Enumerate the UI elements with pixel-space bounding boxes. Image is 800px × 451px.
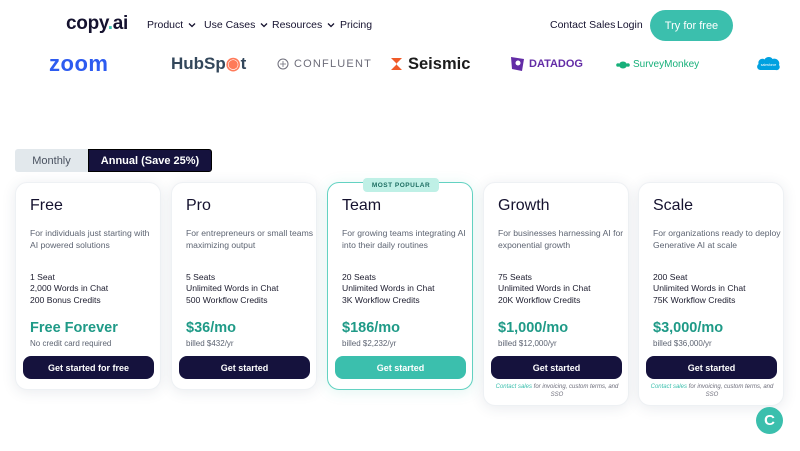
feature-item: 5 Seats [186, 272, 216, 282]
try-for-free-button[interactable]: Try for free [650, 10, 733, 41]
feature-item: 75K Workflow Credits [653, 294, 736, 305]
billing-period-toggle: Monthly Annual (Save 25%) [15, 149, 212, 172]
nav-product[interactable]: Product [147, 19, 197, 31]
plan-name: Scale [653, 197, 694, 214]
plan-price: $1,000/mo [498, 320, 569, 336]
feature-item: 75 Seats [498, 272, 532, 282]
plan-price: Free Forever [30, 320, 118, 336]
plan-description: For organizations ready to deploy Genera… [653, 228, 781, 250]
feature-item: 20K Workflow Credits [498, 294, 581, 305]
datadog-dog-icon [511, 57, 524, 71]
contact-sales-note: Contact sales for invoicing, custom term… [650, 384, 774, 398]
feature-item: 3K Workflow Credits [342, 294, 420, 305]
datadog-logo: DATADOG [510, 48, 583, 80]
feature-item: 20 Seats [342, 272, 376, 282]
plan-description: For growing teams integrating AI into th… [342, 228, 466, 250]
plan-name: Pro [186, 197, 211, 214]
plan-price: $36/mo [186, 320, 236, 336]
seismic-logo: Seismic [390, 48, 470, 80]
chevron-down-icon [327, 23, 335, 28]
nav-resources[interactable]: Resources [272, 19, 336, 31]
zoom-logo: zoom [49, 51, 109, 76]
top-nav: copy.ai Product Use Cases Resources Pric… [0, 0, 800, 50]
surveymonkey-mark-icon [616, 61, 630, 69]
plan-name: Free [30, 197, 63, 214]
login-link[interactable]: Login [617, 19, 643, 31]
svg-text:salesforce: salesforce [761, 63, 777, 67]
surveymonkey-logo: SurveyMonkey [616, 48, 699, 80]
plan-description: For businesses harnessing AI for exponen… [498, 228, 624, 250]
nav-product-label: Product [147, 19, 184, 31]
hubspot-logo: HubSp ◉ t [171, 54, 247, 73]
plan-price: $186/mo [342, 320, 401, 336]
plan-card-pro: Pro For entrepreneurs or small teams max… [171, 182, 317, 390]
plan-card-scale: Scale For organizations ready to deploy … [638, 182, 784, 406]
feature-item: Unlimited Words in Chat [342, 283, 435, 294]
feature-item: 200 Bonus Credits [30, 294, 101, 305]
get-started-free-button[interactable]: Get started for free [23, 356, 154, 379]
plan-description: For individuals just starting with AI po… [30, 228, 150, 250]
chat-widget-button[interactable]: C [756, 407, 783, 434]
plan-card-growth: Growth For businesses harnessing AI for … [483, 182, 629, 406]
plan-name: Growth [498, 197, 550, 214]
feature-item: Unlimited Words in Chat [186, 283, 279, 294]
plan-description: For entrepreneurs or small teams maximiz… [186, 228, 314, 250]
salesforce-logo: salesforce [757, 56, 780, 71]
plan-billing-note: billed $432/yr [186, 339, 234, 348]
plan-billing-note: billed $2,232/yr [342, 339, 397, 348]
feature-item: Unlimited Words in Chat [498, 283, 591, 294]
get-started-growth-button[interactable]: Get started [491, 356, 622, 379]
monthly-toggle-button[interactable]: Monthly [15, 149, 88, 172]
nav-use-cases-label: Use Cases [204, 19, 256, 31]
feature-item: 200 Seat [653, 272, 688, 282]
plan-price: $3,000/mo [653, 320, 724, 336]
contact-sales-link[interactable]: Contact sales [496, 384, 532, 390]
chevron-down-icon [188, 23, 196, 28]
plan-card-free: Free For individuals just starting with … [15, 182, 161, 390]
annual-toggle-button[interactable]: Annual (Save 25%) [88, 149, 212, 172]
seismic-mark-icon [391, 58, 402, 70]
chevron-down-icon [260, 23, 268, 28]
nav-resources-label: Resources [272, 19, 323, 31]
plan-billing-note: No credit card required [30, 339, 112, 348]
contact-sales-note: Contact sales for invoicing, custom term… [495, 384, 619, 398]
feature-item: 1 Seat [30, 272, 55, 282]
plan-features: 75 Seats Unlimited Words in Chat 20K Wor… [498, 272, 591, 306]
get-started-pro-button[interactable]: Get started [179, 356, 310, 379]
contact-sales-link[interactable]: Contact Sales [550, 19, 615, 31]
copyai-logo[interactable]: copy.ai [66, 13, 128, 35]
contact-sales-link[interactable]: Contact sales [651, 384, 687, 390]
plan-billing-note: billed $12,000/yr [498, 339, 557, 348]
plan-features: 200 Seat Unlimited Words in Chat 75K Wor… [653, 272, 746, 306]
get-started-scale-button[interactable]: Get started [646, 356, 777, 379]
nav-pricing-label: Pricing [340, 19, 373, 31]
plan-card-team: MOST POPULAR Team For growing teams inte… [327, 178, 473, 390]
nav-pricing[interactable]: Pricing [340, 19, 372, 31]
plan-name: Team [342, 197, 382, 214]
get-started-team-button[interactable]: Get started [335, 356, 466, 379]
plan-billing-note: billed $36,000/yr [653, 339, 712, 348]
confluent-logo: CONFLUENT [277, 48, 372, 80]
most-popular-badge: MOST POPULAR [363, 178, 439, 192]
plan-features: 5 Seats Unlimited Words in Chat 500 Work… [186, 272, 279, 306]
customer-logos: zoom HubSp ◉ t CONFLUENT Seismic DATADOG S… [0, 48, 800, 80]
plan-features: 20 Seats Unlimited Words in Chat 3K Work… [342, 272, 435, 306]
feature-item: 500 Workflow Credits [186, 294, 268, 305]
feature-item: 2,000 Words in Chat [30, 283, 109, 294]
feature-item: Unlimited Words in Chat [653, 283, 746, 294]
nav-use-cases[interactable]: Use Cases [204, 19, 269, 31]
plan-features: 1 Seat 2,000 Words in Chat 200 Bonus Cre… [30, 272, 108, 306]
confluent-mark-icon [277, 58, 289, 70]
